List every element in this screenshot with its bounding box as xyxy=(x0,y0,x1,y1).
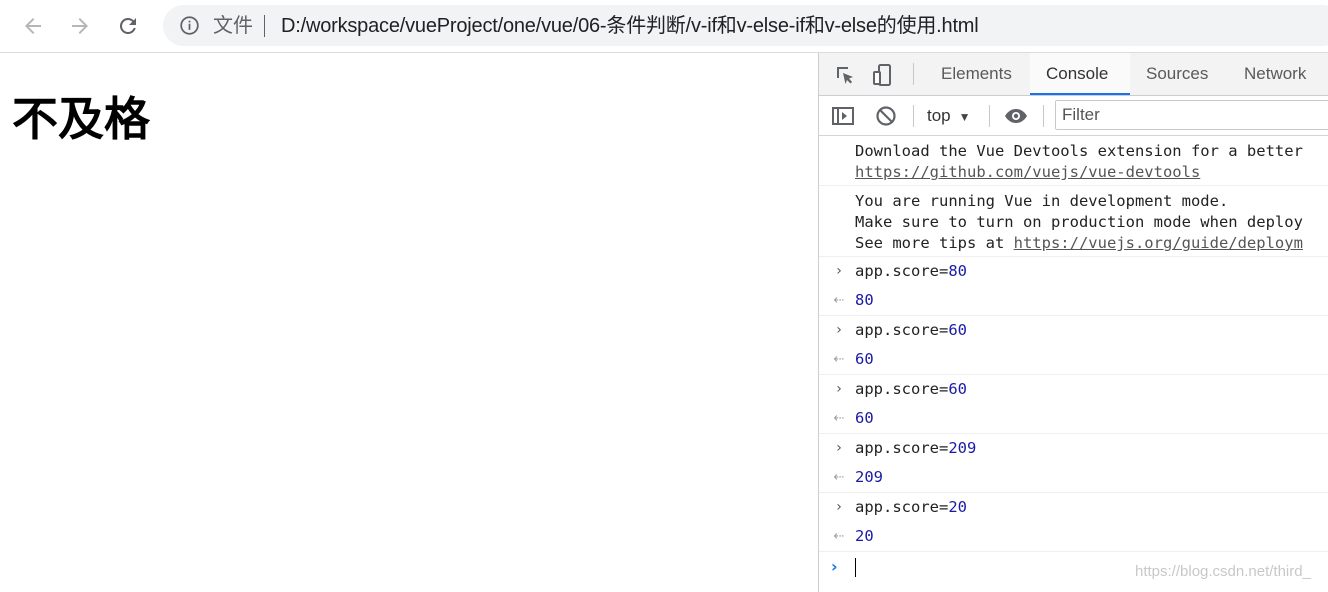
console-result-row: ⇠ 80 xyxy=(834,286,1328,315)
reload-icon xyxy=(119,17,136,34)
clear-console-icon[interactable] xyxy=(874,104,898,128)
arrow-left-icon xyxy=(25,18,41,34)
console-result-row: ⇠ 209 xyxy=(834,463,1328,492)
info-icon[interactable] xyxy=(179,15,200,36)
input-expression: app.score xyxy=(855,380,939,398)
address-bar[interactable]: 文件 D:/workspace/vueProject/one/vue/06-条件… xyxy=(163,5,1328,46)
deployment-guide-link[interactable]: https://vuejs.org/guide/deploym xyxy=(1014,234,1303,252)
console-entry: › app.score=20 ⇠ 20 xyxy=(819,493,1328,552)
console-toolbar: top ▼ xyxy=(819,96,1328,136)
console-message-text: Make sure to turn on production mode whe… xyxy=(855,213,1303,231)
arrow-right-icon xyxy=(72,18,88,34)
console-message-text: Download the Vue Devtools extension for … xyxy=(855,142,1303,160)
inspect-element-icon[interactable] xyxy=(833,63,857,87)
input-expression: app.score xyxy=(855,262,939,280)
sidebar-toggle-icon[interactable] xyxy=(831,104,855,128)
chevron-right-icon: › xyxy=(836,499,842,515)
forward-button[interactable] xyxy=(65,11,95,41)
console-input-row: › app.score=20 xyxy=(836,493,1328,522)
devtools-tabbar: Elements Console Sources Network xyxy=(819,53,1328,96)
context-select[interactable]: top ▼ xyxy=(927,104,971,128)
context-select-value: top xyxy=(927,106,951,125)
device-toolbar-icon[interactable] xyxy=(871,63,895,87)
url-text[interactable]: D:/workspace/vueProject/one/vue/06-条件判断/… xyxy=(281,13,979,39)
input-value: 20 xyxy=(948,498,968,516)
chevron-down-icon: ▼ xyxy=(958,110,971,124)
context-divider xyxy=(989,105,990,127)
console-result-row: ⇠ 20 xyxy=(834,522,1328,551)
result-value: 80 xyxy=(855,291,874,309)
console-entry: › app.score=80 ⇠ 80 xyxy=(819,257,1328,316)
chevron-right-icon: › xyxy=(836,381,842,397)
console-input-row: › app.score=209 xyxy=(836,434,1328,463)
return-arrow-icon: ⇠ xyxy=(833,411,845,426)
chevron-right-icon: › xyxy=(836,322,842,338)
eye-divider xyxy=(1043,105,1044,127)
console-entry: › app.score=60 ⇠ 60 xyxy=(819,316,1328,375)
chevron-right-icon: › xyxy=(836,440,842,456)
input-operator: = xyxy=(939,321,949,339)
console-message-text: See more tips at xyxy=(855,234,1014,252)
result-value: 60 xyxy=(855,350,874,368)
input-value: 209 xyxy=(948,439,977,457)
address-separator xyxy=(264,15,265,37)
tab-sources[interactable]: Sources xyxy=(1130,53,1224,95)
result-value: 209 xyxy=(855,468,883,486)
console-input-row: › app.score=80 xyxy=(836,257,1328,286)
console-output[interactable]: Download the Vue Devtools extension for … xyxy=(819,136,1328,592)
prompt-chevron-icon: › xyxy=(831,557,838,576)
result-heading: 不及格 xyxy=(12,92,150,146)
input-operator: = xyxy=(939,439,949,457)
tabbar-divider xyxy=(913,63,914,85)
scheme-label: 文件 xyxy=(213,13,253,37)
input-value: 80 xyxy=(948,262,968,280)
watermark: https://blog.csdn.net/third_ xyxy=(1135,563,1311,580)
input-operator: = xyxy=(939,380,949,398)
console-input-row: › app.score=60 xyxy=(836,375,1328,404)
console-message-dev-mode: You are running Vue in development mode.… xyxy=(819,186,1328,257)
input-expression: app.score xyxy=(855,321,939,339)
page-content: 不及格 xyxy=(0,53,818,592)
console-message-text: You are running Vue in development mode. xyxy=(855,192,1229,210)
input-value: 60 xyxy=(948,380,968,398)
console-result-row: ⇠ 60 xyxy=(834,404,1328,433)
reload-button[interactable] xyxy=(113,11,143,41)
input-expression: app.score xyxy=(855,439,939,457)
console-result-row: ⇠ 60 xyxy=(834,345,1328,374)
tab-console[interactable]: Console xyxy=(1030,53,1130,95)
return-arrow-icon: ⇠ xyxy=(833,529,845,544)
devtools-panel: Elements Console Sources Network top ▼ Do… xyxy=(818,53,1328,592)
filter-input[interactable] xyxy=(1055,100,1328,130)
input-operator: = xyxy=(939,498,949,516)
console-toolbar-divider xyxy=(913,105,914,127)
console-message-devtools-hint: Download the Vue Devtools extension for … xyxy=(819,136,1328,186)
input-expression: app.score xyxy=(855,498,939,516)
return-arrow-icon: ⇠ xyxy=(833,293,845,308)
tab-network[interactable]: Network xyxy=(1228,53,1322,95)
console-entry: › app.score=60 ⇠ 60 xyxy=(819,375,1328,434)
back-button[interactable] xyxy=(18,11,48,41)
console-input-row: › app.score=60 xyxy=(836,316,1328,345)
devtools-link[interactable]: https://github.com/vuejs/vue-devtools xyxy=(855,163,1200,181)
text-cursor xyxy=(855,558,856,577)
browser-toolbar: 文件 D:/workspace/vueProject/one/vue/06-条件… xyxy=(0,0,1328,53)
tab-elements[interactable]: Elements xyxy=(925,53,1028,95)
input-operator: = xyxy=(939,262,949,280)
return-arrow-icon: ⇠ xyxy=(833,352,845,367)
eye-icon[interactable] xyxy=(1004,104,1028,128)
console-entry: › app.score=209 ⇠ 209 xyxy=(819,434,1328,493)
input-value: 60 xyxy=(948,321,968,339)
return-arrow-icon: ⇠ xyxy=(833,470,845,485)
result-value: 60 xyxy=(855,409,874,427)
chevron-right-icon: › xyxy=(836,263,842,279)
result-value: 20 xyxy=(855,527,874,545)
